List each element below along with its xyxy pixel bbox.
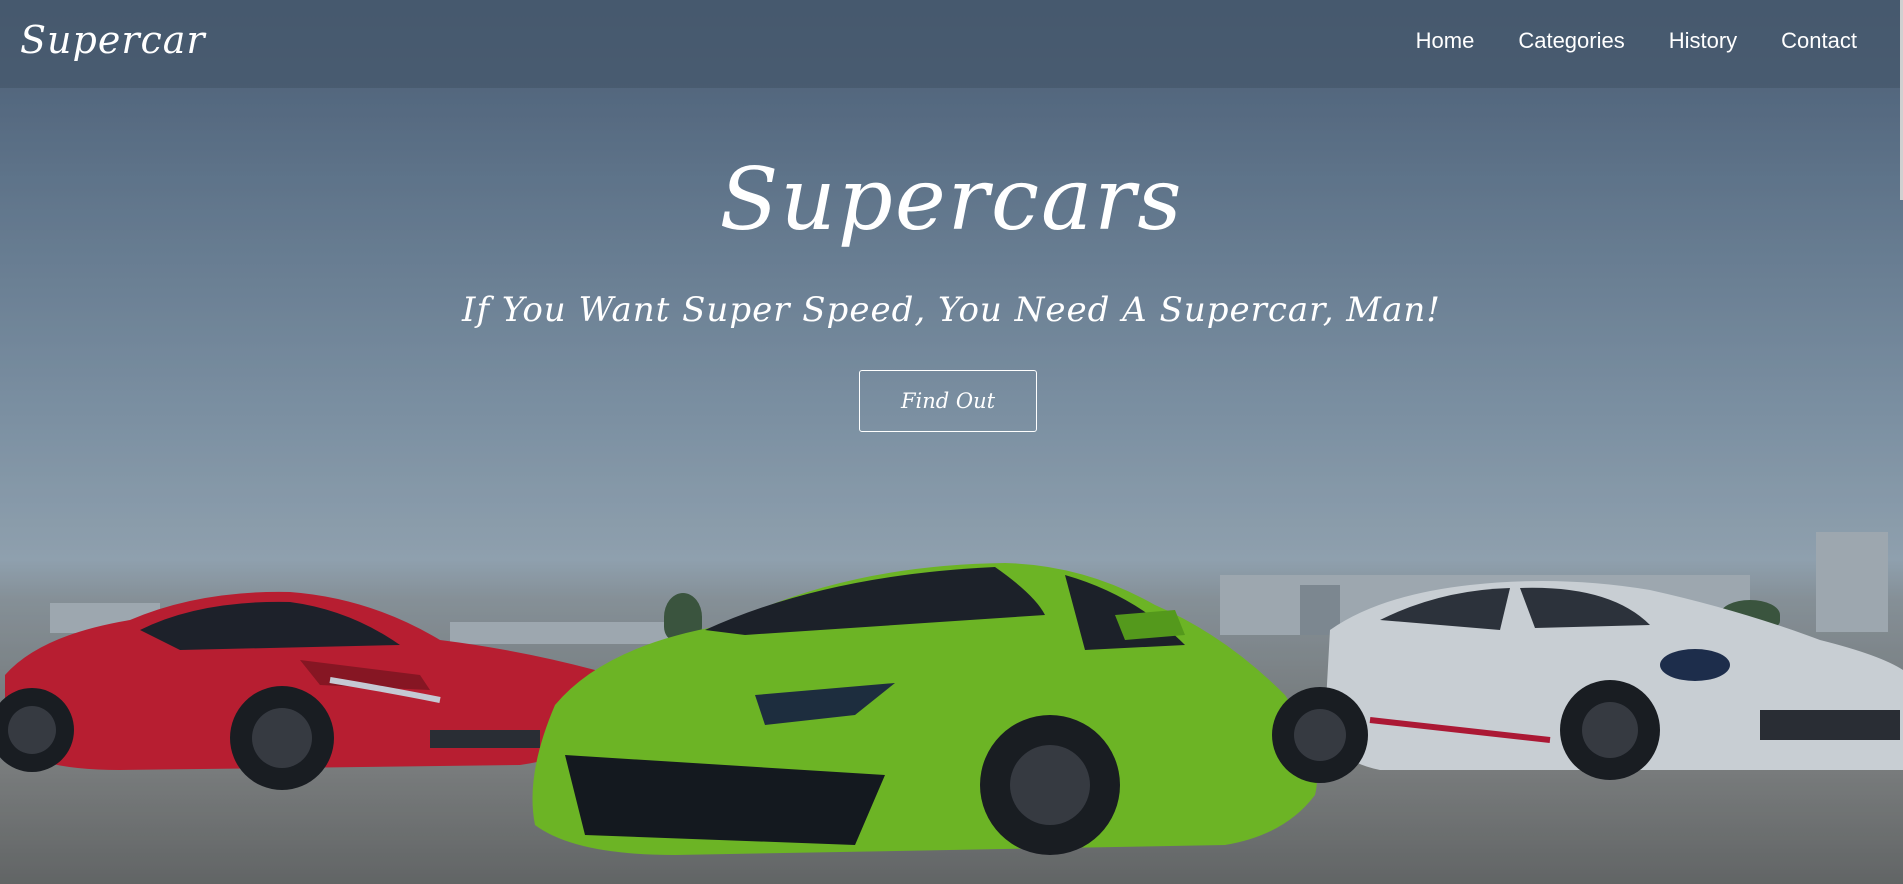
nav-links: Home Categories History Contact	[1416, 28, 1857, 54]
hero-overlay	[0, 0, 1903, 884]
page: Supercar Home Categories History Contact…	[0, 0, 1903, 884]
navbar: Supercar Home Categories History Contact	[0, 0, 1903, 88]
brand-logo[interactable]: Supercar	[20, 18, 206, 62]
nav-history[interactable]: History	[1669, 28, 1737, 54]
find-out-button[interactable]: Find Out	[859, 370, 1037, 432]
nav-home[interactable]: Home	[1416, 28, 1475, 54]
nav-categories[interactable]: Categories	[1518, 28, 1624, 54]
hero-subtitle: If You Want Super Speed, You Need A Supe…	[462, 290, 1441, 330]
nav-contact[interactable]: Contact	[1781, 28, 1857, 54]
hero-title: Supercars	[719, 150, 1184, 250]
